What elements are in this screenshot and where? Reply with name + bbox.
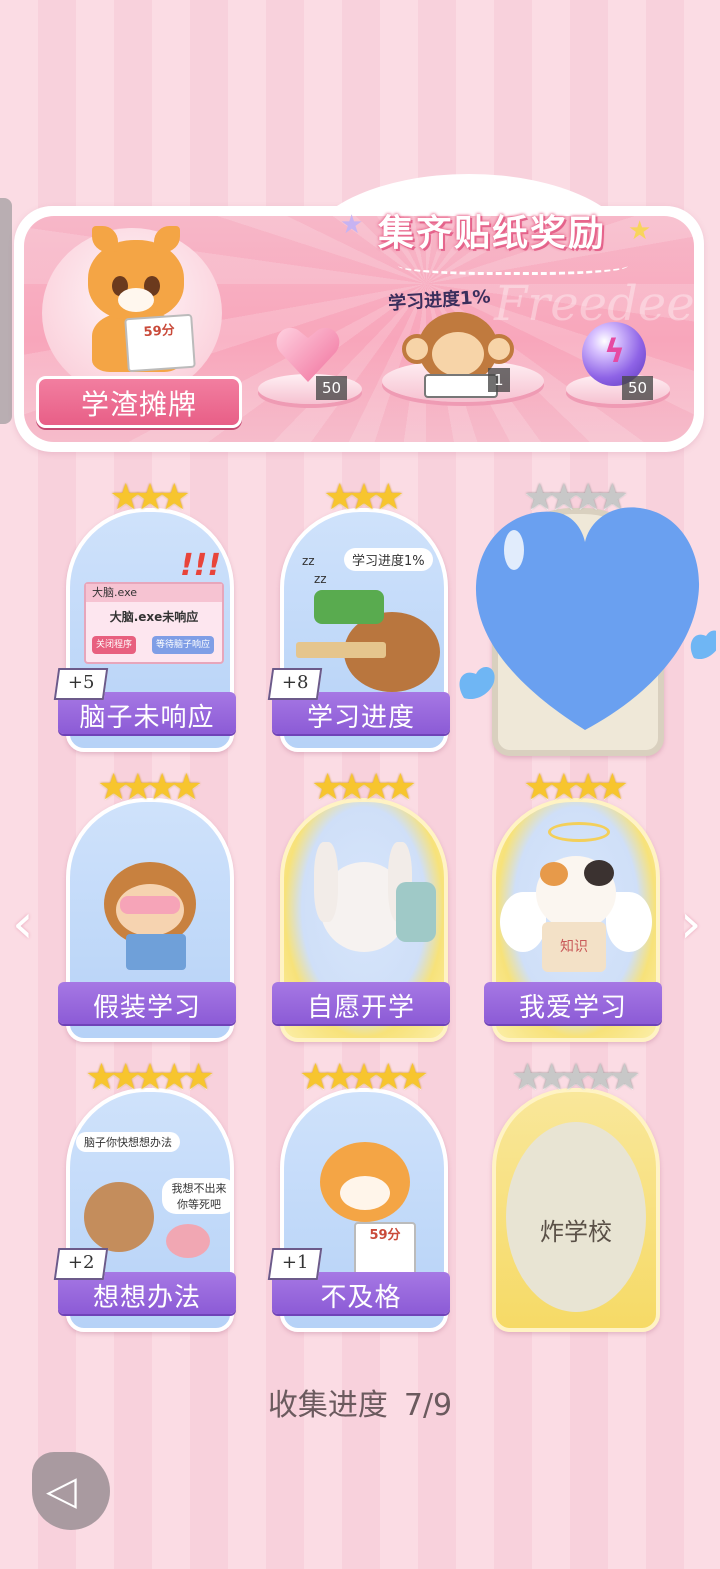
lightning-icon: ϟ xyxy=(604,332,626,370)
monkey-ear xyxy=(484,334,514,364)
book-icon xyxy=(424,374,498,398)
tiger-muzzle xyxy=(118,288,154,312)
card-title: 想想办法 xyxy=(92,1283,201,1313)
star-rating: ★★★★ xyxy=(311,767,416,808)
next-page-arrow[interactable]: › xyxy=(680,892,702,955)
card-title: 我爱学习 xyxy=(518,993,627,1023)
card-title: 脑子未响应 xyxy=(79,703,215,733)
locked-card-title: 炸学校 xyxy=(540,1218,612,1246)
book-icon xyxy=(126,934,186,970)
title-plate[interactable]: 学渣摊牌 xyxy=(36,376,242,428)
card-ribbon: 假装学习 xyxy=(58,982,236,1024)
brain-icon xyxy=(166,1224,210,1258)
reward-count: 1 xyxy=(488,368,510,392)
star-icon: ★ xyxy=(628,216,652,246)
sticker-card[interactable]: 脑子你快想想办法 我想不出来 你等死吧 ★★★★★ 想想办法 +2 xyxy=(53,1058,236,1332)
card-ribbon: 自愿开学 xyxy=(272,982,450,1024)
count-badge: +8 xyxy=(267,668,323,700)
bear-icon xyxy=(84,1182,154,1252)
monkey-ear xyxy=(402,334,432,364)
cat-patch xyxy=(584,860,614,886)
sticker-card[interactable]: 知识 ★★★★ 我爱学习 xyxy=(484,768,662,1042)
tiger-face-icon xyxy=(88,226,184,320)
sticker-card[interactable]: 学习进度1% zz zz ★★★ 学习进度 +8 xyxy=(267,478,450,752)
book-text: 知识 xyxy=(542,922,606,972)
score-paper: 59分 xyxy=(354,1222,416,1276)
star-icon: ★ xyxy=(340,210,364,240)
card-title: 自愿开学 xyxy=(306,993,415,1023)
card-ribbon: 我爱学习 xyxy=(484,982,662,1024)
eye-mask-icon xyxy=(120,896,180,914)
heart-sticker-icon xyxy=(459,507,716,730)
banner-ghost-text: Freedeem xyxy=(494,276,694,332)
backpack-icon xyxy=(396,882,436,942)
count-badge: +2 xyxy=(53,1248,109,1280)
count-badge-text: +2 xyxy=(67,1252,95,1273)
book-icon xyxy=(314,590,384,624)
card-title: 学习进度 xyxy=(306,703,415,733)
star-rating: ★★★★ xyxy=(97,767,202,808)
reward-count: 50 xyxy=(622,376,654,400)
back-arrow-icon: ◁ xyxy=(46,1468,77,1514)
side-drawer-handle[interactable] xyxy=(0,198,12,424)
desk-icon xyxy=(296,642,386,658)
card-frame: 炸学校 xyxy=(492,1088,660,1332)
sleep-icon: zz xyxy=(302,554,315,568)
sleep-icon: zz xyxy=(314,572,327,586)
card-title: 假装学习 xyxy=(92,993,201,1023)
star-rating: ★★★★★ xyxy=(511,1057,640,1098)
sticker-card[interactable]: ★★★★ 假装学习 xyxy=(58,768,236,1042)
tiger-muzzle xyxy=(340,1176,390,1210)
sticker-card[interactable]: !!! 大脑.exe 大脑.exe未响应 关闭程序 等待脑子响应 ★★★ 脑子未… xyxy=(53,478,236,752)
prev-page-arrow[interactable]: ‹ xyxy=(12,892,34,955)
banner-title: 集齐贴纸奖励 xyxy=(378,213,607,254)
star-rating: ★★★ xyxy=(109,477,191,518)
plate-label: 学渣摊牌 xyxy=(80,388,197,421)
count-badge: +1 xyxy=(267,1248,323,1280)
back-button[interactable]: ◁ xyxy=(32,1452,110,1530)
dashed-divider xyxy=(398,252,628,275)
bunny-ear xyxy=(314,842,338,922)
speech-bubble: 脑子你快想想办法 xyxy=(76,1132,180,1152)
reward-count: 50 xyxy=(316,376,348,400)
monkey-sticker-icon xyxy=(402,312,514,398)
score-paper: 59分 xyxy=(124,313,196,373)
dialog-title: 大脑.exe xyxy=(86,584,222,602)
star-rating: ★★★★★ xyxy=(85,1057,214,1098)
sticker-card-locked[interactable]: 炸学校 ★★★★★ xyxy=(488,1058,660,1332)
dialog-btn-wait: 等待脑子响应 xyxy=(152,636,215,654)
progress-label: 收集进度 xyxy=(267,1388,388,1423)
collection-progress: 收集进度 7/9 xyxy=(0,1380,720,1424)
speech-bubble: 学习进度1% xyxy=(344,548,433,571)
star-rating: ★★★★★ xyxy=(299,1057,428,1098)
exclamation-icon: !!! xyxy=(180,548,222,583)
count-badge-text: +5 xyxy=(67,672,95,693)
monkey-face xyxy=(432,332,484,376)
cat-patch xyxy=(540,862,568,886)
dialog-btn-close: 关闭程序 xyxy=(92,636,137,654)
count-badge-text: +1 xyxy=(281,1252,309,1273)
star-rating: ★★★★ xyxy=(523,767,628,808)
dialog-message: 大脑.exe未响应 xyxy=(109,610,199,624)
halo-icon xyxy=(548,822,610,842)
sticker-card[interactable]: ★★★★ 自愿开学 xyxy=(272,768,450,1042)
card-title: 不及格 xyxy=(320,1283,402,1313)
error-dialog-art: 大脑.exe 大脑.exe未响应 关闭程序 等待脑子响应 xyxy=(84,582,224,664)
speech-bubble: 我想不出来 你等死吧 xyxy=(162,1178,230,1214)
sticker-card[interactable]: 59分 ★★★★★ 不及格 +1 xyxy=(267,1058,450,1332)
progress-value: 7/9 xyxy=(403,1388,453,1423)
count-badge-text: +8 xyxy=(281,672,309,693)
star-rating: ★★★ xyxy=(323,477,405,518)
count-badge: +5 xyxy=(53,668,109,700)
